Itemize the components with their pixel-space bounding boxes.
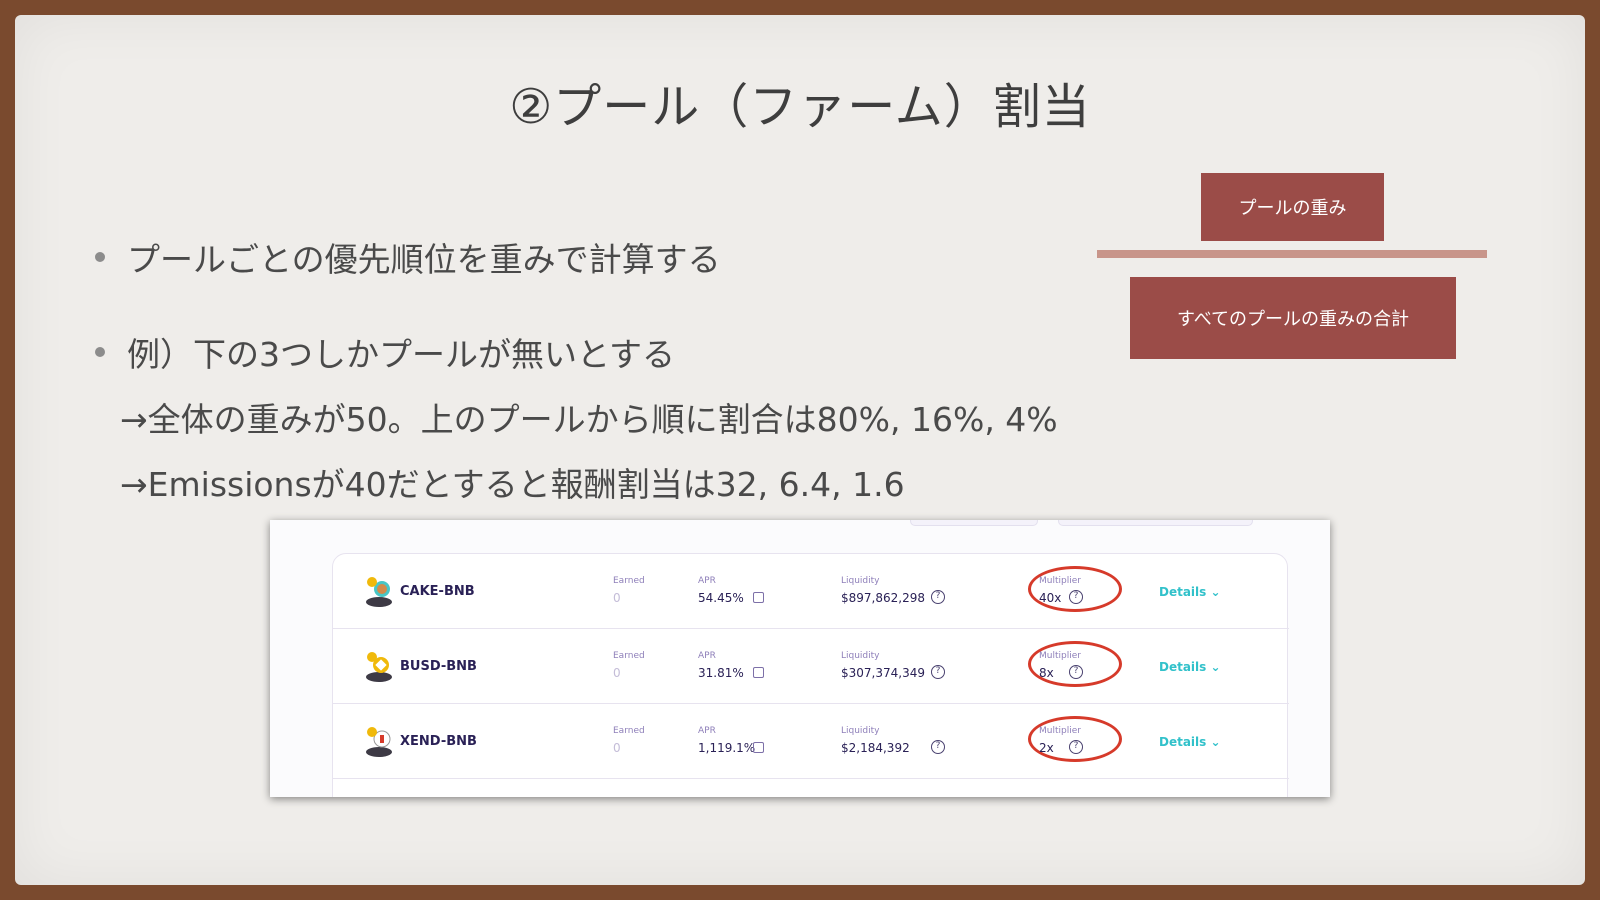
sub-line-ratio: →全体の重みが50。上のプールから順に割合は80%, 16%, 4%	[120, 400, 1058, 439]
help-icon[interactable]: ?	[931, 590, 945, 604]
liquidity-label: Liquidity	[841, 576, 880, 586]
help-icon[interactable]: ?	[1069, 665, 1083, 679]
sub-line-emissions: →Emissionsが40だとすると報酬割当は32, 6.4, 1.6	[120, 465, 905, 504]
apr-value: 1,119.1%	[698, 741, 756, 755]
pair-name: CAKE-BNB	[400, 584, 475, 599]
calculator-icon[interactable]	[753, 592, 764, 603]
liquidity-label: Liquidity	[841, 726, 880, 736]
calculator-icon[interactable]	[753, 667, 764, 678]
apr-value: 31.81%	[698, 666, 744, 680]
earned-label: Earned	[613, 726, 645, 736]
cake-bnb-token-icon	[366, 577, 392, 607]
liquidity-value: $2,184,392	[841, 741, 910, 755]
earned-label: Earned	[613, 576, 645, 586]
table-row[interactable]: XEND-BNB Earned 0 APR 1,119.1% Liquidity…	[333, 704, 1289, 779]
multiplier-value: 40x	[1039, 591, 1062, 605]
liquidity-value: $307,374,349	[841, 666, 925, 680]
tab-hint	[910, 520, 1038, 526]
help-icon[interactable]: ?	[1069, 590, 1083, 604]
earned-label: Earned	[613, 651, 645, 661]
busd-bnb-token-icon	[366, 652, 392, 682]
farm-table-screenshot: CAKE-BNB Earned 0 APR 54.45% Liquidity $…	[270, 520, 1330, 797]
help-icon[interactable]: ?	[931, 740, 945, 754]
multiplier-label: Multiplier	[1039, 651, 1081, 661]
apr-label: APR	[698, 651, 716, 661]
apr-label: APR	[698, 576, 716, 586]
table-row[interactable]: CAKE-BNB Earned 0 APR 54.45% Liquidity $…	[333, 554, 1289, 629]
earned-value: 0	[613, 666, 621, 680]
xend-bnb-token-icon	[366, 727, 392, 757]
liquidity-label: Liquidity	[841, 651, 880, 661]
pair-name: BUSD-BNB	[400, 659, 477, 674]
multiplier-label: Multiplier	[1039, 726, 1081, 736]
earned-value: 0	[613, 591, 621, 605]
help-icon[interactable]: ?	[1069, 740, 1083, 754]
bullet-text: 例）下の3つしかプールが無いとする	[127, 335, 676, 374]
apr-value: 54.45%	[698, 591, 744, 605]
slide: ②プール（ファーム）割当 プールごとの優先順位を重みで計算する 例）下の3つしか…	[15, 15, 1585, 885]
calculator-icon[interactable]	[753, 742, 764, 753]
slide-title: ②プール（ファーム）割当	[509, 79, 1091, 135]
earned-value: 0	[613, 741, 621, 755]
fraction-denominator-box: すべてのプールの重みの合計	[1130, 277, 1456, 359]
details-toggle[interactable]: Details ⌄	[1159, 735, 1221, 749]
highlight-ring	[1028, 566, 1122, 612]
tab-hint	[1058, 520, 1253, 526]
pair-name: XEND-BNB	[400, 734, 477, 749]
fraction-numerator-box: プールの重み	[1201, 173, 1384, 241]
bullet-2: 例）下の3つしかプールが無いとする	[95, 328, 675, 376]
bullet-dot	[95, 347, 105, 357]
details-toggle[interactable]: Details ⌄	[1159, 660, 1221, 674]
bullet-text: プールごとの優先順位を重みで計算する	[127, 240, 721, 279]
details-toggle[interactable]: Details ⌄	[1159, 585, 1221, 599]
table-row[interactable]: BUSD-BNB Earned 0 APR 31.81% Liquidity $…	[333, 629, 1289, 704]
help-icon[interactable]: ?	[931, 665, 945, 679]
multiplier-value: 8x	[1039, 666, 1054, 680]
farm-table: CAKE-BNB Earned 0 APR 54.45% Liquidity $…	[332, 553, 1289, 797]
fraction-line	[1097, 250, 1487, 258]
apr-label: APR	[698, 726, 716, 736]
highlight-ring	[1028, 641, 1122, 687]
liquidity-value: $897,862,298	[841, 591, 925, 605]
multiplier-value: 2x	[1039, 741, 1054, 755]
bullet-1: プールごとの優先順位を重みで計算する	[95, 233, 721, 281]
highlight-ring	[1028, 716, 1122, 762]
multiplier-label: Multiplier	[1039, 576, 1081, 586]
bullet-dot	[95, 252, 105, 262]
